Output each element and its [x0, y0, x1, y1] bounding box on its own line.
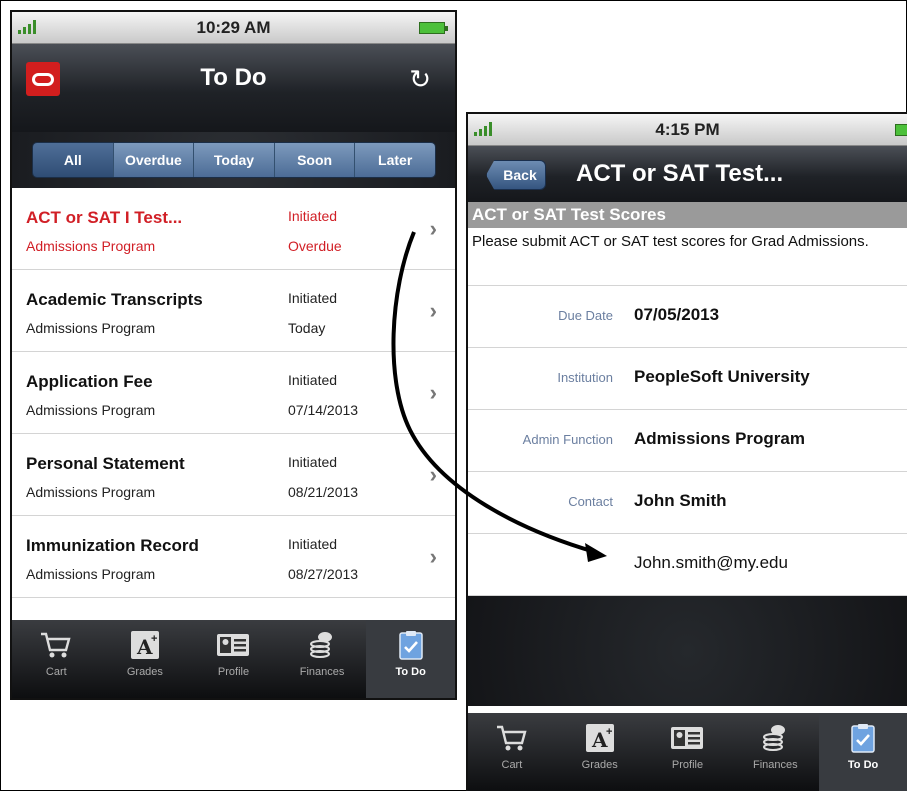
connector-arrow — [391, 231, 607, 562]
